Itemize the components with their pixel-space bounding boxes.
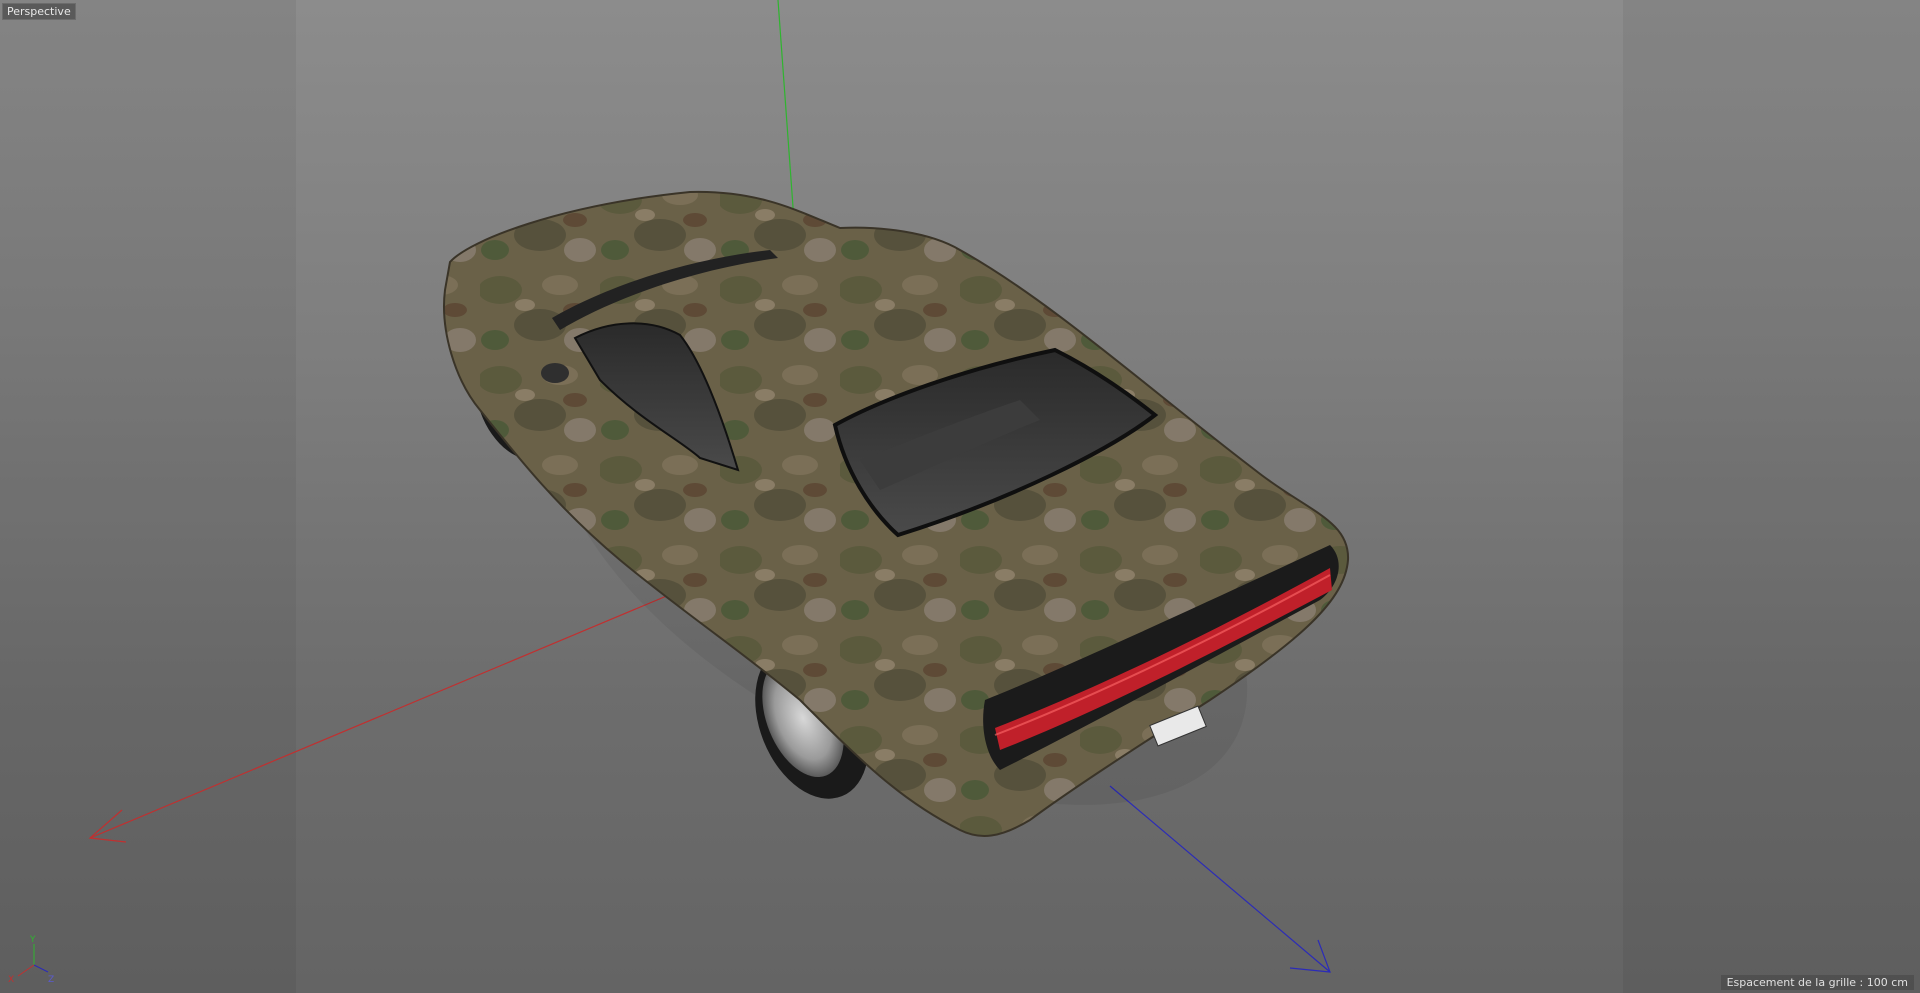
- side-mirror: [541, 363, 569, 383]
- axis-gizmo-y-label: Y: [29, 935, 36, 945]
- 3d-viewport[interactable]: Y X Z Perspective Espacement de la grill…: [0, 0, 1920, 993]
- world-axis-x-arrow: [88, 809, 127, 843]
- car-model[interactable]: [443, 190, 1350, 906]
- axis-gizmo: Y X Z: [8, 935, 54, 985]
- world-axis-z: [1109, 785, 1331, 973]
- scene-canvas[interactable]: Y X Z: [0, 0, 1920, 993]
- view-name-label[interactable]: Perspective: [2, 3, 76, 20]
- grid-spacing-info: Espacement de la grille : 100 cm: [1720, 975, 1914, 990]
- world-axis-x: [89, 586, 689, 839]
- axis-gizmo-x-label: X: [8, 975, 14, 985]
- axis-gizmo-z-label: Z: [48, 975, 54, 985]
